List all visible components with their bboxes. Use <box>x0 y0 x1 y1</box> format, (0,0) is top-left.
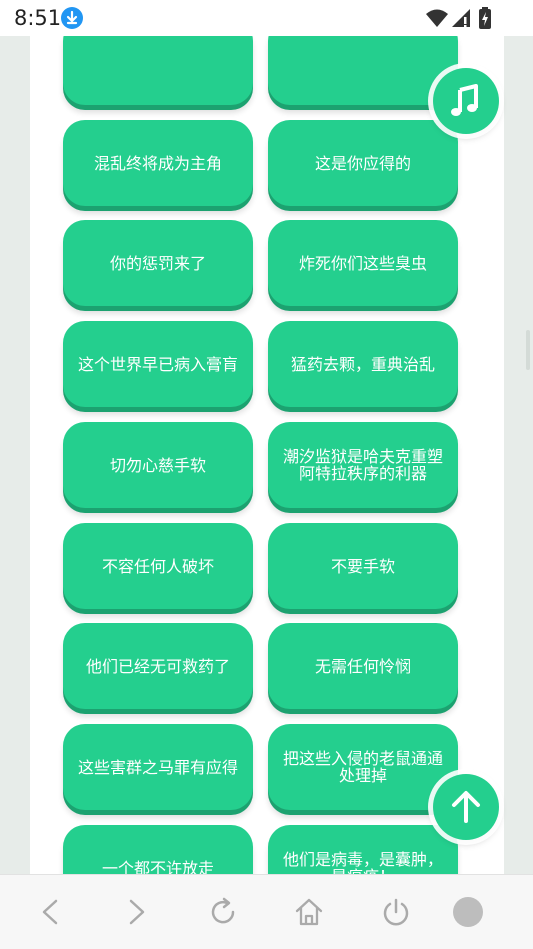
back-icon[interactable] <box>34 895 68 929</box>
forward-icon[interactable] <box>119 895 153 929</box>
phrase-card[interactable]: 把这些入侵的老鼠通通处理掉 <box>268 724 458 810</box>
wifi-icon <box>425 8 449 32</box>
battery-icon <box>478 7 492 33</box>
phrase-card[interactable]: 不容任何人破坏 <box>63 523 253 609</box>
phrase-card[interactable]: 他们已经无可救药了 <box>63 623 253 709</box>
phrase-card[interactable]: 混乱终将成为主角 <box>63 120 253 206</box>
phrase-card[interactable]: 炸死你们这些臭虫 <box>268 220 458 306</box>
phrase-card[interactable]: 无需任何怜悯 <box>268 623 458 709</box>
phrase-card[interactable]: 你的惩罚来了 <box>63 220 253 306</box>
phrase-card[interactable]: 这是你应得的 <box>268 120 458 206</box>
phrase-card[interactable]: 切勿心慈手软 <box>63 422 253 508</box>
status-time: 8:51 <box>14 6 62 30</box>
scrollbar[interactable] <box>526 330 530 370</box>
circle-icon[interactable] <box>451 895 485 929</box>
scroll-top-button[interactable] <box>433 774 499 840</box>
power-icon[interactable] <box>379 895 413 929</box>
download-icon <box>61 7 83 29</box>
music-button[interactable] <box>433 68 499 134</box>
home-icon[interactable] <box>292 895 326 929</box>
browser-nav-bar <box>0 874 533 949</box>
phrase-card[interactable]: 这些害群之马罪有应得 <box>63 724 253 810</box>
refresh-icon[interactable] <box>206 895 240 929</box>
phrase-card[interactable]: 猛药去颗，重典治乱 <box>268 321 458 407</box>
signal-icon <box>450 8 472 32</box>
phrase-card[interactable]: 潮汐监狱是哈夫克重塑阿特拉秩序的利器 <box>268 422 458 508</box>
phrase-card[interactable]: 不要手软 <box>268 523 458 609</box>
phrase-card[interactable]: 这个世界早已病入膏肓 <box>63 321 253 407</box>
status-bar: 8:51 <box>0 0 533 36</box>
